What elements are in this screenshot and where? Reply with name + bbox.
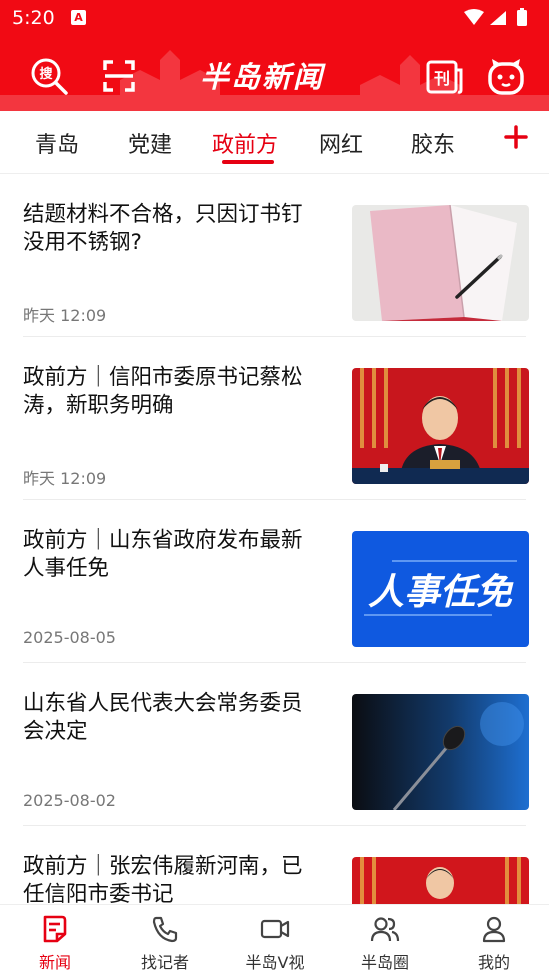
- people-icon: [370, 917, 400, 942]
- nav-profile[interactable]: 我的: [439, 905, 549, 976]
- nav-bandao-video[interactable]: 半岛V视: [220, 905, 330, 976]
- channel-tabs: 青岛 党建 政前方 网红 胶东: [0, 111, 549, 174]
- news-title[interactable]: 结题材料不合格，只因订书钉没用不锈钢?: [23, 201, 323, 257]
- news-time: 昨天 12:09: [23, 469, 107, 488]
- system-status-icons: [464, 8, 527, 26]
- news-time: 2025-08-05: [23, 628, 116, 647]
- bottom-navigation: 新闻 找记者 半岛V视 半岛圈 我的: [0, 904, 549, 976]
- nav-label: 半岛圈: [360, 953, 409, 972]
- nav-label: 半岛V视: [245, 953, 305, 972]
- notebook-pen-thumbnail[interactable]: [352, 205, 529, 321]
- news-item[interactable]: 山东省人民代表大会常务委员会决定 2025-08-02: [0, 663, 549, 826]
- nav-label: 找记者: [140, 953, 189, 972]
- news-item[interactable]: 政前方｜信阳市委原书记蔡松涛，新职务明确 昨天 12:09: [0, 337, 549, 500]
- tab-jiaodong[interactable]: 胶东: [411, 127, 455, 159]
- news-title[interactable]: 政前方｜张宏伟履新河南，已任信阳市委书记: [23, 853, 323, 904]
- nav-label: 新闻: [38, 953, 71, 972]
- news-item[interactable]: 政前方｜张宏伟履新河南，已任信阳市委书记: [0, 826, 549, 904]
- active-tab-indicator: [222, 160, 274, 164]
- video-icon: [260, 919, 290, 939]
- notification-a-icon: A: [71, 10, 86, 25]
- signal-icon: [490, 11, 506, 25]
- official-portrait-thumbnail[interactable]: [352, 368, 529, 484]
- status-bar: 5:20 A: [0, 0, 549, 36]
- microphone-thumbnail[interactable]: [352, 694, 529, 810]
- svg-text:刊: 刊: [434, 69, 450, 88]
- news-icon: [43, 915, 67, 943]
- personnel-banner-thumbnail[interactable]: 人事任免: [352, 531, 529, 647]
- wifi-icon: [464, 9, 484, 25]
- official-portrait-2-thumbnail[interactable]: [352, 857, 529, 904]
- app-logo-text: 半岛新闻: [200, 60, 325, 94]
- tab-zhengqianfang[interactable]: 政前方: [212, 127, 278, 159]
- profile-icon: [482, 916, 506, 943]
- add-channel-icon[interactable]: [503, 124, 529, 150]
- tab-qingdao[interactable]: 青岛: [35, 127, 79, 159]
- tab-wanghong[interactable]: 网红: [319, 127, 363, 159]
- battery-icon: [517, 10, 527, 26]
- svg-text:搜: 搜: [39, 66, 53, 82]
- news-title[interactable]: 政前方｜信阳市委原书记蔡松涛，新职务明确: [23, 364, 323, 420]
- scan-icon[interactable]: [99, 56, 139, 96]
- news-title[interactable]: 政前方｜山东省政府发布最新人事任免: [23, 527, 323, 583]
- app-header: 5:20 A 搜 刊 半岛新闻: [0, 0, 549, 111]
- phone-icon: [152, 916, 178, 943]
- news-item[interactable]: 政前方｜山东省政府发布最新人事任免 2025-08-05 人事任免: [0, 500, 549, 663]
- search-icon[interactable]: 搜: [29, 56, 69, 96]
- news-item[interactable]: 结题材料不合格，只因订书钉没用不锈钢? 昨天 12:09: [0, 174, 549, 337]
- news-time: 昨天 12:09: [23, 306, 107, 325]
- nav-news[interactable]: 新闻: [0, 905, 110, 976]
- nav-find-reporter[interactable]: 找记者: [110, 905, 220, 976]
- news-list[interactable]: 结题材料不合格，只因订书钉没用不锈钢? 昨天 12:09 政前方｜信阳市委原书记…: [0, 174, 549, 904]
- nav-label: 我的: [477, 953, 510, 972]
- status-time: 5:20: [12, 7, 55, 29]
- nav-bandao-circle[interactable]: 半岛圈: [330, 905, 440, 976]
- news-title[interactable]: 山东省人民代表大会常务委员会决定: [23, 690, 323, 746]
- newspaper-icon[interactable]: 刊: [424, 56, 464, 96]
- tab-dangjian[interactable]: 党建: [128, 127, 172, 159]
- svg-text:人事任免: 人事任免: [368, 572, 514, 613]
- mascot-icon[interactable]: [486, 56, 526, 96]
- news-time: 2025-08-02: [23, 791, 116, 810]
